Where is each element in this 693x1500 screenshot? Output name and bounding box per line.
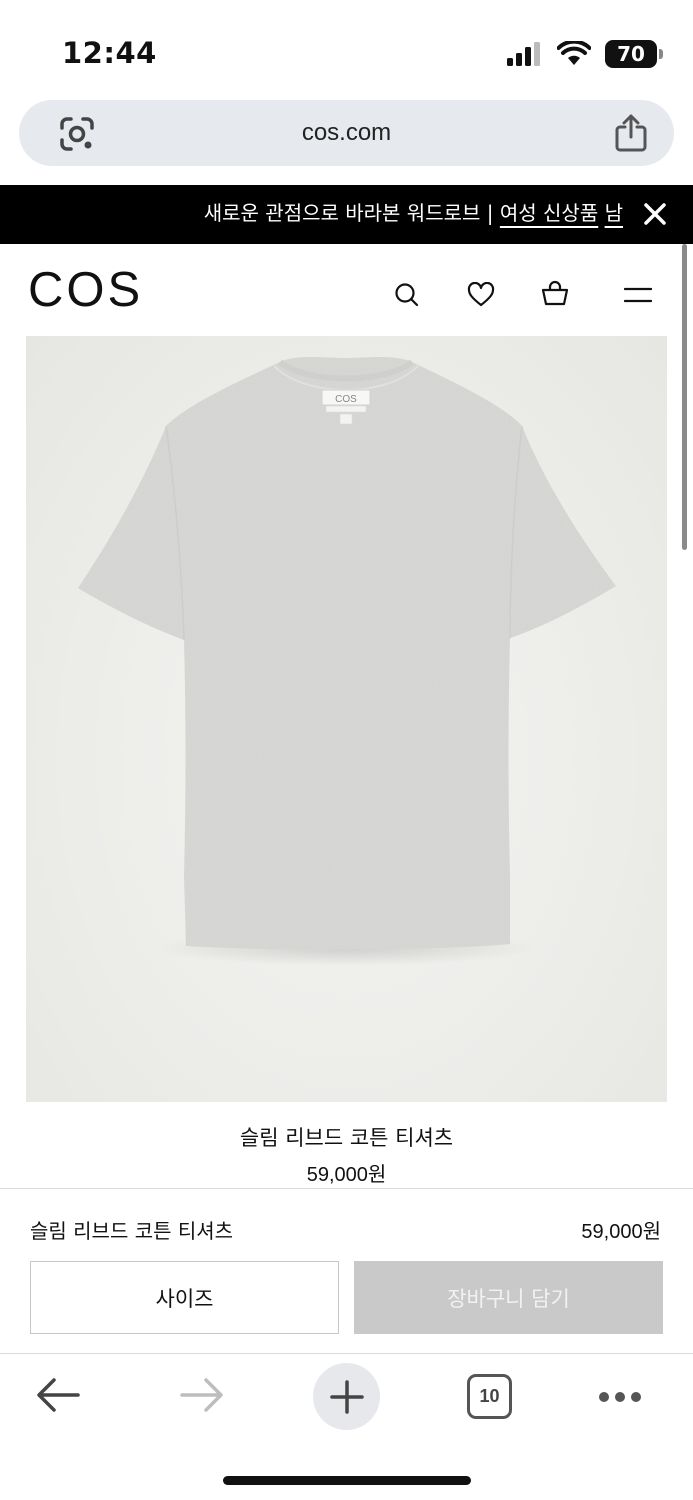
- product-image[interactable]: COS: [26, 336, 667, 1102]
- share-icon[interactable]: [614, 113, 648, 153]
- add-to-cart-button[interactable]: 장바구니 담기: [354, 1261, 663, 1334]
- menu-icon[interactable]: [624, 285, 652, 305]
- status-icons: 70: [507, 40, 663, 68]
- home-indicator: [223, 1476, 471, 1485]
- battery-icon: 70: [605, 40, 663, 68]
- heart-icon[interactable]: [467, 282, 495, 308]
- banner-link-women-new[interactable]: 여성 신상품: [500, 201, 598, 225]
- purchase-bar-product-name: 슬림 리브드 코튼 티셔츠: [30, 1219, 234, 1243]
- status-bar: 12:44 70: [0, 0, 693, 100]
- browser-toolbar: 10: [0, 1355, 693, 1445]
- garment-label: COS: [335, 394, 357, 405]
- product-name: 슬림 리브드 코튼 티셔츠: [239, 1126, 454, 1150]
- site-header: COS: [0, 244, 693, 336]
- back-arrow-icon[interactable]: [36, 1377, 80, 1413]
- announcement-banner: 새로운 관점으로 바라본 워드로브 | 여성 신상품 남: [0, 185, 693, 244]
- forward-arrow-icon[interactable]: [180, 1377, 224, 1413]
- purchase-bar-price: 59,000원: [581, 1221, 661, 1243]
- purchase-bar: 슬림 리브드 코튼 티셔츠 59,000원 사이즈 장바구니 담기: [0, 1188, 693, 1354]
- close-icon[interactable]: [643, 202, 667, 226]
- product-price: 59,000원: [306, 1164, 387, 1186]
- new-tab-button[interactable]: [313, 1363, 380, 1430]
- shopping-bag-icon[interactable]: [541, 279, 569, 307]
- search-icon[interactable]: [393, 281, 421, 309]
- banner-link-men[interactable]: 남: [605, 201, 623, 225]
- tabs-icon[interactable]: 10: [467, 1374, 512, 1419]
- status-time: 12:44: [62, 36, 157, 70]
- plus-icon: [329, 1379, 364, 1414]
- more-icon[interactable]: [598, 1391, 642, 1403]
- tshirt-image: COS: [78, 357, 616, 966]
- banner-text: 새로운 관점으로 바라본 워드로브 | 여성 신상품 남: [204, 185, 623, 244]
- address-bar[interactable]: cos.com: [19, 100, 674, 166]
- cellular-signal-icon: [507, 42, 540, 66]
- cos-logo[interactable]: COS: [28, 266, 143, 315]
- wifi-icon: [557, 41, 591, 65]
- banner-message: 새로운 관점으로 바라본 워드로브 |: [203, 201, 500, 225]
- page-scrollbar[interactable]: [682, 244, 687, 550]
- url-text[interactable]: cos.com: [19, 100, 674, 166]
- size-button[interactable]: 사이즈: [30, 1261, 339, 1334]
